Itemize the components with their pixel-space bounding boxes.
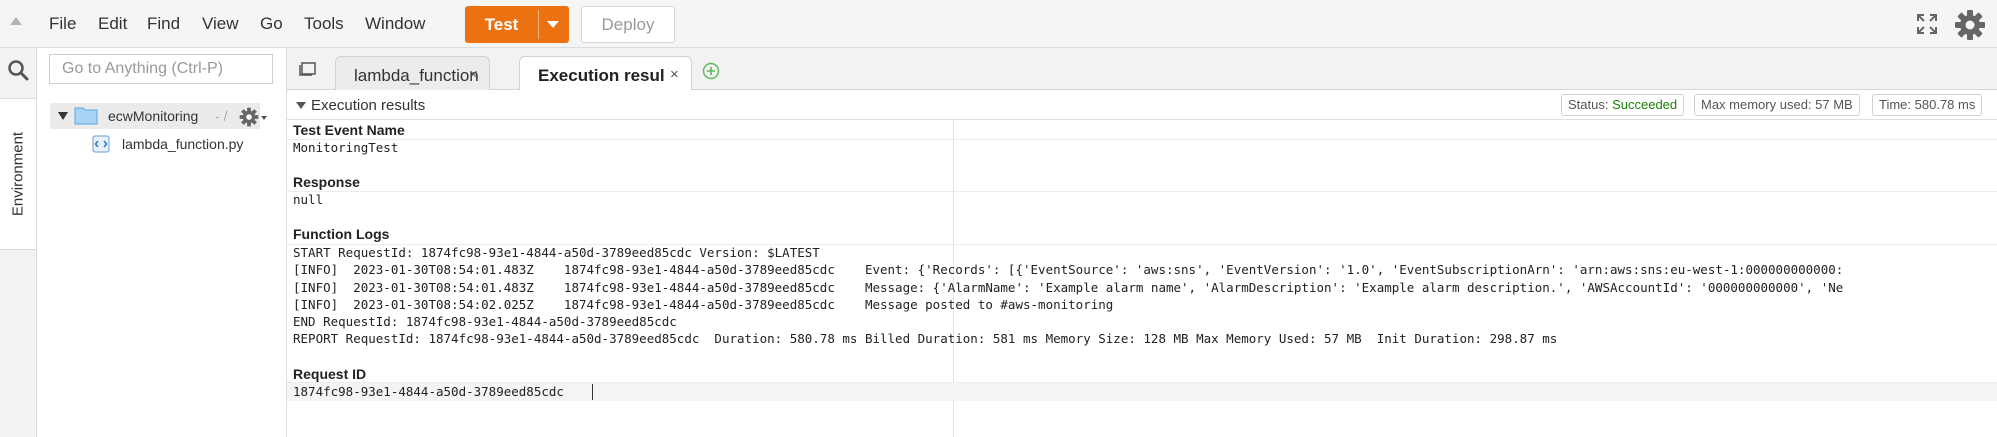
tab-execution-results[interactable]: Execution results × [519,56,692,91]
status-value: Succeeded [1612,97,1678,112]
request-id-value[interactable]: 1874fc98-93e1-4844-a50d-3789eed85cdc [293,384,564,399]
environment-tab[interactable]: Environment [0,98,36,250]
test-button-label: Test [484,15,519,34]
folder-icon [74,107,98,125]
tree-root-name: ecwMonitoring [108,108,199,124]
tree-root-folder[interactable]: ecwMonitoring - / [50,103,260,129]
menu-edit[interactable]: Edit [98,14,127,34]
log-line: REPORT RequestId: 1874fc98-93e1-4844-a50… [293,331,1558,346]
add-tab-icon[interactable] [702,62,720,80]
log-line: END RequestId: 1874fc98-93e1-4844-a50d-3… [293,314,677,329]
row-divider [287,191,1997,192]
text-cursor [592,384,593,400]
menu-window[interactable]: Window [365,14,425,34]
editor-tab-bar: lambda_function × Execution results × [287,48,1997,91]
status-label: Status: [1568,97,1609,112]
tab-lambda-function[interactable]: lambda_function × [335,56,490,90]
tree-settings-gear-icon[interactable] [239,107,259,127]
execution-results-panel: Execution results Status: Succeeded Max … [287,90,1997,437]
menu-bar: File Edit Find View Go Tools Window Test… [0,0,1997,48]
expand-chevron-icon[interactable] [58,112,68,120]
tab-menu-icon[interactable] [299,62,317,76]
memory-badge: Max memory used: 57 MB [1694,94,1860,116]
response-value: null [293,192,324,207]
results-title: Execution results [311,97,426,114]
log-line: [INFO] 2023-01-30T08:54:01.483Z 1874fc98… [293,280,1844,295]
tree-root-path: - / [215,108,228,124]
menu-file[interactable]: File [49,14,76,34]
time-badge: Time: 580.78 ms [1872,94,1983,116]
results-header: Execution results Status: Succeeded Max … [287,90,1997,120]
menu-tools[interactable]: Tools [304,14,344,34]
test-event-name-value: MonitoringTest [293,140,399,155]
go-to-anything-input[interactable] [49,54,273,84]
menu-find[interactable]: Find [147,14,180,34]
collapse-results-icon[interactable] [296,102,306,109]
function-logs-title: Function Logs [293,226,390,242]
row-divider [287,139,1997,140]
test-button[interactable]: Test [465,6,569,43]
log-line: START RequestId: 1874fc98-93e1-4844-a50d… [293,245,820,260]
fullscreen-icon[interactable] [1915,12,1939,36]
deploy-button[interactable]: Deploy [581,6,675,43]
close-icon[interactable]: × [670,66,679,83]
search-icon[interactable] [6,58,30,82]
close-icon[interactable]: × [469,66,478,83]
environment-tab-label: Environment [9,131,27,217]
status-badge: Status: Succeeded [1561,94,1685,116]
tree-settings-dropdown-icon[interactable] [261,116,267,120]
tab-label: lambda_function [354,66,479,85]
log-line: [INFO] 2023-01-30T08:54:01.483Z 1874fc98… [293,262,1844,277]
tree-file-item[interactable]: lambda_function.py [92,133,272,155]
log-line: [INFO] 2023-01-30T08:54:02.025Z 1874fc98… [293,297,1114,312]
menu-view[interactable]: View [202,14,239,34]
test-dropdown-icon[interactable] [547,21,559,28]
side-rail: Environment [0,48,37,437]
request-id-title: Request ID [293,366,367,382]
menu-go[interactable]: Go [260,14,283,34]
test-event-name-title: Test Event Name [293,122,405,138]
file-tree-panel: ecwMonitoring - / lambda_function.py [37,48,287,437]
response-title: Response [293,174,360,190]
tab-label: Execution results [538,66,664,85]
python-file-icon [92,135,110,153]
preferences-gear-icon[interactable] [1954,9,1986,41]
test-button-divider [538,10,539,39]
collapse-menu-icon[interactable] [10,17,22,25]
tree-file-name: lambda_function.py [122,136,244,152]
